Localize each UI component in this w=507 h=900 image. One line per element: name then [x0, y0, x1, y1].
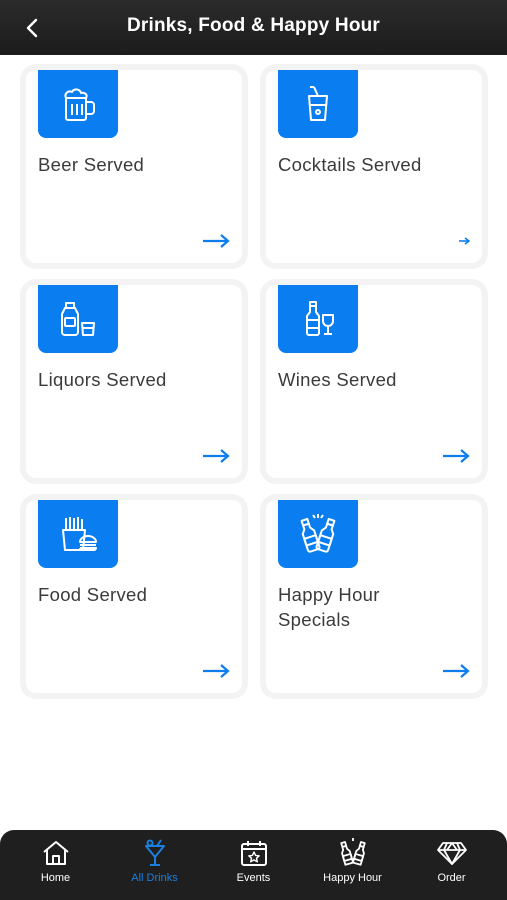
- back-button[interactable]: [14, 10, 50, 46]
- card-cocktails-served[interactable]: Cocktails Served: [266, 70, 482, 263]
- cheers-bottles-icon: [337, 838, 369, 868]
- calendar-star-icon: [238, 838, 270, 868]
- arrow-right-icon[interactable]: [202, 448, 230, 464]
- home-icon: [40, 838, 72, 868]
- drink-glass-icon: [139, 838, 171, 868]
- card-beer-served[interactable]: Beer Served: [26, 70, 242, 263]
- tab-label: Happy Hour: [323, 872, 382, 884]
- tab-label: Home: [40, 872, 71, 884]
- tab-home[interactable]: Home: [10, 838, 102, 884]
- card-happy-hour-specials[interactable]: Happy Hour Specials: [266, 500, 482, 693]
- arrow-right-icon[interactable]: [202, 663, 230, 679]
- tab-label: Events: [236, 872, 271, 884]
- fries-burger-icon: [38, 500, 118, 568]
- bottom-tab-bar: Home All Drinks Events Happy Hour Order: [0, 830, 507, 900]
- card-wines-served[interactable]: Wines Served: [266, 285, 482, 478]
- card-food-served[interactable]: Food Served: [26, 500, 242, 693]
- tab-all-drinks[interactable]: All Drinks: [109, 838, 201, 884]
- page-title: Drinks, Food & Happy Hour: [126, 15, 381, 36]
- diamond-icon: [436, 838, 468, 868]
- card-label: Happy Hour Specials: [278, 584, 380, 630]
- arrow-right-icon[interactable]: [442, 663, 470, 679]
- wine-bottle-icon: [278, 285, 358, 353]
- arrow-right-icon[interactable]: [442, 448, 470, 464]
- card-liquors-served[interactable]: Liquors Served: [26, 285, 242, 478]
- liquor-bottle-icon: [38, 285, 118, 353]
- card-label: Food Served: [38, 584, 148, 605]
- cheers-bottles-icon: [278, 500, 358, 568]
- card-label: Cocktails Served: [278, 154, 422, 175]
- tab-label: All Drinks: [131, 872, 178, 884]
- card-label: Beer Served: [38, 154, 145, 175]
- card-label: Wines Served: [278, 369, 397, 390]
- card-label: Liquors Served: [38, 369, 167, 390]
- arrow-right-icon[interactable]: [458, 236, 470, 246]
- arrow-right-icon[interactable]: [202, 233, 230, 249]
- tab-events[interactable]: Events: [208, 838, 300, 884]
- cocktail-glass-icon: [278, 70, 358, 138]
- beer-mug-icon: [38, 70, 118, 138]
- tab-happy-hour[interactable]: Happy Hour: [307, 838, 399, 884]
- chevron-left-icon: [26, 18, 38, 38]
- tab-label: Order: [437, 872, 466, 884]
- app-header: Drinks, Food & Happy Hour: [0, 0, 507, 55]
- tab-order[interactable]: Order: [406, 838, 498, 884]
- category-grid: Beer Served Cocktails Served Liquors Ser…: [26, 70, 482, 693]
